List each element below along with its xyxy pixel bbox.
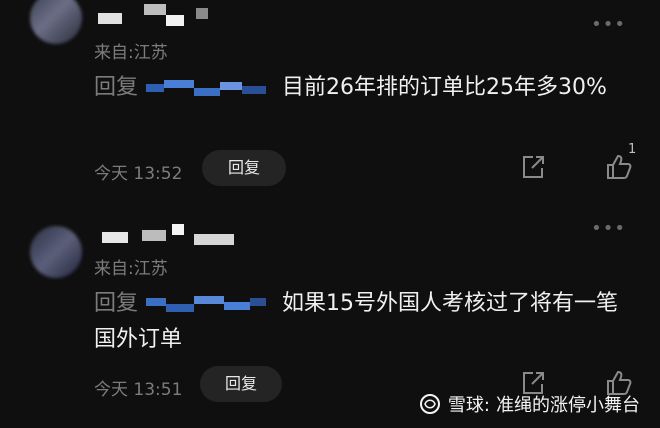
- comment-location: 来自:江苏: [94, 43, 168, 63]
- comment-body: 回复 目前26年排的订单比25年多30%: [94, 70, 634, 106]
- comment-feed: ••• 来自:江苏 回复 目前26年排的订单比25年多30% 今天 13:52 …: [0, 0, 660, 428]
- comment-meta: 今天 13:52 回复 1: [94, 142, 654, 188]
- watermark: 雪球: 准绳的涨停小舞台: [418, 390, 640, 418]
- reply-target-mosaic[interactable]: [146, 76, 276, 100]
- watermark-brand: 雪球:: [447, 395, 490, 416]
- reply-target-mosaic[interactable]: [146, 292, 276, 316]
- more-options-icon[interactable]: •••: [591, 16, 626, 34]
- avatar[interactable]: [30, 226, 82, 278]
- snowball-logo-icon: [419, 394, 440, 414]
- comment-item: ••• 来自:江苏 回复 目前26年排的订单比25年多30% 今天 13:52 …: [0, 0, 660, 200]
- reply-button[interactable]: 回复: [200, 366, 282, 402]
- like-count: 1: [628, 142, 637, 157]
- comment-time: 今天 13:52: [94, 164, 183, 184]
- comment-text: 目前26年排的订单比25年多30%: [282, 75, 607, 100]
- reply-prefix: 回复: [94, 291, 139, 316]
- share-icon[interactable]: [518, 152, 548, 182]
- reply-button[interactable]: 回复: [202, 150, 286, 186]
- more-options-icon[interactable]: •••: [591, 220, 626, 238]
- reply-prefix: 回复: [94, 75, 139, 100]
- watermark-author: 准绳的涨停小舞台: [496, 395, 640, 416]
- comment-time: 今天 13:51: [94, 380, 183, 400]
- comment-body: 回复 如果15号外国人考核过了将有一笔国外订单: [94, 286, 634, 358]
- comment-location: 来自:江苏: [94, 259, 168, 279]
- avatar[interactable]: [30, 0, 82, 44]
